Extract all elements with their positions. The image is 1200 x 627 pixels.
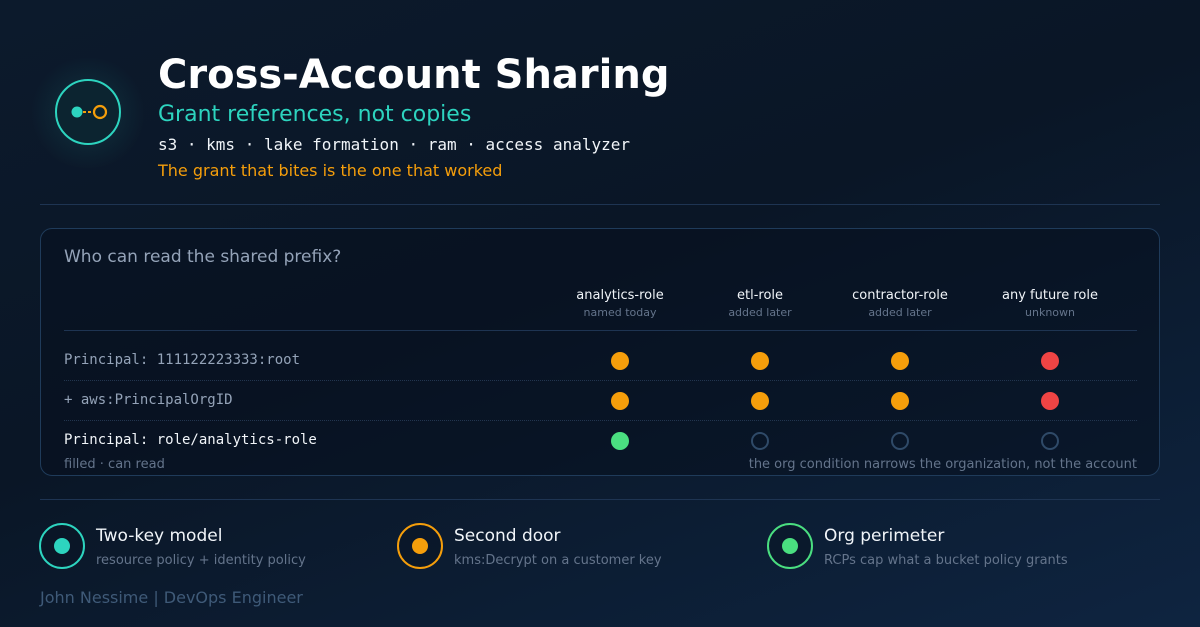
row-divider [64,380,1137,381]
access-dot-red [1041,352,1059,370]
access-dot-orange [611,392,629,410]
column-sublabel: added later [868,306,932,319]
column-label: contractor-role [852,288,948,303]
row-label: + aws:PrincipalOrgID [64,392,233,408]
column-header: etl-role added later [680,288,840,319]
legend: filled · can read [64,457,165,472]
column-sublabel: named today [583,306,657,319]
column-header: analytics-role named today [540,288,700,319]
header-divider [40,204,1160,205]
header-rule [64,330,1137,331]
row-label: Principal: role/analytics-role [64,432,317,448]
section-divider [40,499,1160,500]
access-dot-orange [611,352,629,370]
card-description: kms:Decrypt on a customer key [454,553,662,568]
access-dot-empty [751,432,769,450]
row-label: Principal: 111122223333:root [64,352,301,368]
column-sublabel: unknown [1025,306,1075,319]
access-dot-orange [891,352,909,370]
column-header: any future role unknown [970,288,1130,319]
access-dot-orange [751,352,769,370]
tagline: The grant that bites is the one that wor… [158,161,503,180]
column-label: analytics-role [576,288,664,303]
access-dot-green [611,432,629,450]
column-sublabel: added later [728,306,792,319]
row-divider [64,420,1137,421]
page-title: Cross-Account Sharing [158,52,670,98]
share-link-icon [55,79,121,145]
access-matrix-panel: Who can read the shared prefix? analytic… [40,228,1160,476]
card-title: Second door [454,526,561,546]
card-title: Two-key model [96,526,223,546]
author-credit: John Nessime | DevOps Engineer [40,588,303,607]
column-label: any future role [1002,288,1098,303]
footnote: the org condition narrows the organizati… [748,457,1137,472]
card-description: RCPs cap what a bucket policy grants [824,553,1068,568]
column-header: contractor-role added later [820,288,980,319]
two-key-icon [39,523,85,569]
services-list: s3 · kms · lake formation · ram · access… [158,135,631,154]
matrix-title: Who can read the shared prefix? [64,247,342,267]
page-subtitle: Grant references, not copies [158,102,472,127]
card-description: resource policy + identity policy [96,553,306,568]
org-perimeter-icon [767,523,813,569]
kms-key-icon [397,523,443,569]
access-dot-empty [891,432,909,450]
access-dot-orange [891,392,909,410]
column-label: etl-role [736,288,784,303]
card-title: Org perimeter [824,526,945,546]
access-dot-orange [751,392,769,410]
access-dot-red [1041,392,1059,410]
access-dot-empty [1041,432,1059,450]
